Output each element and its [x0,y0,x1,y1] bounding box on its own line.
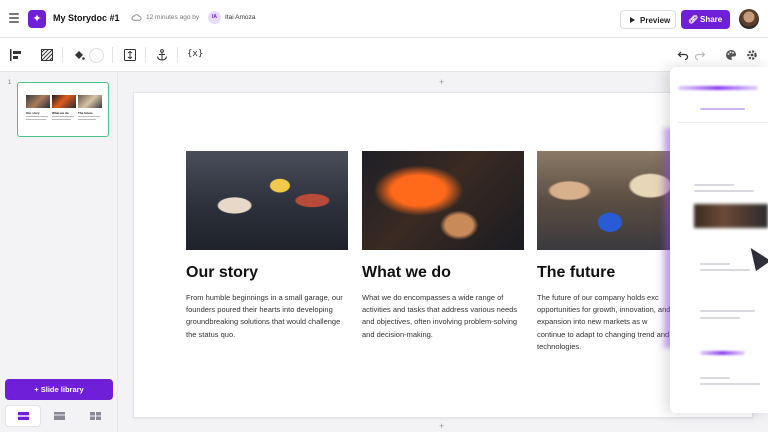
thumbnail-title: Our story [26,111,40,115]
side-settings-panel[interactable] [670,67,768,413]
slide-thumbnail[interactable]: Our story What we do The future [17,82,109,137]
panel-text-line [694,184,734,186]
thumbnail-text-line [26,119,46,120]
height-icon[interactable] [124,49,136,61]
thumbnail-title: What we do [52,111,69,115]
column-text[interactable]: The future of our company holds exc oppo… [537,292,677,353]
thumbnail-text-line [26,116,48,117]
single-view-button[interactable] [6,406,40,426]
panel-text-line [700,383,760,385]
toolbar-divider [62,47,63,63]
view-mode-toggle [5,405,113,427]
toolbar-divider [112,47,113,63]
fill-bucket-icon[interactable] [73,49,85,61]
color-swatch[interactable] [89,48,104,63]
column-title[interactable]: What we do [362,264,451,282]
slide-library-label: Slide library [40,385,84,394]
panel-text-line [700,310,755,312]
author-name: Itai Amoza [225,14,256,21]
menu-icon[interactable] [9,13,19,23]
author-avatar: IA [208,11,221,24]
panel-text-line [694,190,754,192]
storydoc-logo-icon[interactable]: ✦ [28,10,46,28]
pattern-icon[interactable] [41,49,53,61]
panel-text-line [700,269,750,271]
palette-icon[interactable] [725,49,737,61]
panel-header-highlight [678,86,758,90]
preview-label: Preview [640,16,671,25]
thumbnail-text-line [52,116,74,117]
align-left-icon[interactable] [10,49,22,61]
grid-view-button[interactable] [78,406,112,426]
column-text[interactable]: What we do encompasses a wide range of a… [362,292,524,341]
share-label: Share [700,15,723,24]
last-saved-status: 12 minutes ago by [146,14,200,21]
document-title[interactable]: My Storydoc #1 [53,13,120,23]
variables-icon[interactable]: {x} [187,49,203,59]
single-view-icon [18,412,29,420]
team-meeting-image[interactable] [186,151,348,250]
user-avatar[interactable] [739,9,759,29]
column-title[interactable]: Our story [186,264,258,282]
share-button[interactable]: 🔗︎ Share [681,10,730,29]
add-slide-above-icon[interactable]: + [439,77,444,87]
panel-text-line [700,377,730,379]
thumbnail-image [26,95,50,108]
undo-icon[interactable] [677,49,689,61]
panel-text-line [700,263,730,265]
panel-image-preview [694,204,768,228]
toolbar-divider [145,47,146,63]
thumbnail-text-line [52,119,71,120]
link-icon: 🔗︎ [688,15,699,24]
slides-panel: 1 Our story What we do The future + Slid… [0,73,118,432]
thumbnail-title: The future [78,111,93,115]
wide-view-icon [54,412,65,420]
add-slide-below-icon[interactable]: + [439,421,444,431]
slide-library-button[interactable]: + Slide library [5,379,113,400]
redo-icon[interactable] [694,49,706,61]
anchor-icon[interactable] [156,49,168,61]
thumbnail-image [78,95,102,108]
column-text[interactable]: From humble beginnings in a small garage… [186,292,348,341]
wide-view-button[interactable] [42,406,76,426]
thumbnail-text-line [78,116,100,117]
slide-number: 1 [8,80,12,86]
thumbnail-image [52,95,76,108]
thumbnail-text-line [78,119,96,120]
editor-toolbar: {x} [0,38,768,72]
panel-text-line [700,317,740,319]
top-bar: ✦ My Storydoc #1 12 minutes ago by IA It… [0,0,768,38]
play-icon [630,17,635,23]
hands-together-image[interactable] [362,151,524,250]
toolbar-divider [177,47,178,63]
cloud-saved-icon [131,14,142,21]
settings-icon[interactable] [746,49,758,61]
preview-button[interactable]: Preview [620,10,676,29]
column-title[interactable]: The future [537,264,615,282]
panel-divider [678,122,768,123]
panel-text-line [700,108,745,110]
panel-accent-line [700,351,745,355]
grid-view-icon [90,412,101,420]
